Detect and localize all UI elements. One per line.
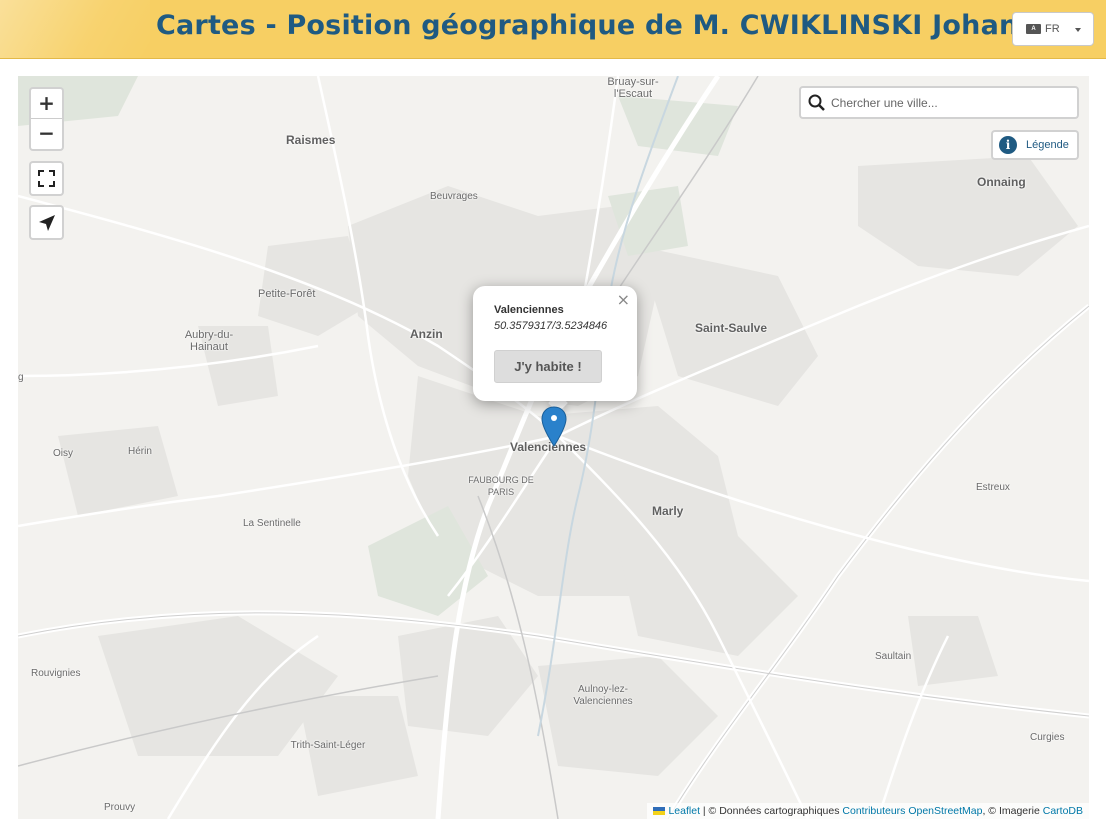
place-la-sentinelle: La Sentinelle	[243, 518, 301, 529]
place-beuvrages: Beuvrages	[430, 191, 478, 202]
leaflet-link[interactable]: Leaflet	[668, 805, 700, 817]
place-rouvignies: Rouvignies	[31, 668, 81, 679]
map-canvas[interactable]: Bruay-sur-l'Escaut Raismes Beuvrages Onn…	[18, 76, 1089, 819]
close-icon[interactable]: ×	[617, 290, 630, 309]
popup-city: Valenciennes	[494, 304, 564, 316]
ukraine-flag-icon	[653, 807, 666, 815]
i-live-here-button[interactable]: J'y habite !	[494, 350, 602, 383]
location-popup: × Valenciennes 50.3579317/3.5234846 J'y …	[473, 286, 637, 401]
zoom-out-button[interactable]: −	[31, 119, 62, 148]
map-attribution: Leaflet | © Données cartographiques Cont…	[647, 803, 1089, 819]
zoom-control: + −	[29, 87, 64, 151]
place-estreux: Estreux	[976, 482, 1010, 493]
place-bruay-label: Bruay-sur-l'Escaut	[607, 76, 659, 100]
caret-down-icon	[1075, 28, 1081, 32]
cartodb-link[interactable]: CartoDB	[1043, 805, 1083, 817]
place-aulnoy: Aulnoy-lez-Valenciennes	[558, 684, 648, 708]
place-aubry: Aubry-du-Hainaut	[181, 329, 237, 353]
zoom-in-button[interactable]: +	[31, 89, 62, 119]
place-trith: Trith-Saint-Léger	[288, 740, 368, 752]
location-arrow-icon	[38, 214, 55, 231]
place-herin: Hérin	[128, 446, 152, 457]
place-aulnoy-label: Aulnoy-lez-Valenciennes	[573, 684, 633, 707]
legend-label: Légende	[1026, 139, 1069, 151]
page-title: Cartes - Position géographique de M. CWI…	[156, 10, 1019, 41]
language-label: FR	[1045, 23, 1060, 35]
language-icon: A	[1026, 24, 1041, 34]
place-prouvy: Prouvy	[104, 802, 136, 813]
place-saint-saulve: Saint-Saulve	[695, 321, 768, 335]
header-bar: Cartes - Position géographique de M. CWI…	[0, 0, 1106, 59]
place-raismes: Raismes	[286, 133, 336, 147]
header-decoration	[0, 0, 150, 58]
fullscreen-icon	[38, 170, 55, 187]
place-petite-foret: Petite-Forêt	[258, 288, 316, 300]
search-icon	[808, 94, 825, 111]
legend-button[interactable]: i Légende	[991, 130, 1079, 160]
locate-button[interactable]	[29, 205, 64, 240]
language-dropdown[interactable]: A FR	[1012, 12, 1094, 46]
fullscreen-button[interactable]	[29, 161, 64, 196]
place-edge-label: g	[18, 372, 24, 383]
place-marly: Marly	[652, 504, 684, 518]
map-marker-icon[interactable]	[541, 406, 567, 448]
place-curgies: Curgies	[1030, 732, 1065, 743]
place-anzin: Anzin	[410, 327, 443, 341]
place-trith-label: Trith-Saint-Léger	[290, 740, 366, 751]
place-aubry-label: Aubry-du-Hainaut	[184, 329, 234, 353]
place-faubourg: FAUBOURG DE PARIS	[461, 474, 541, 498]
place-saultain: Saultain	[875, 651, 912, 662]
place-faubourg-label: FAUBOURG DE PARIS	[468, 475, 534, 497]
osm-link[interactable]: Contributeurs OpenStreetMap	[842, 805, 982, 817]
place-onnaing: Onnaing	[977, 175, 1026, 189]
info-icon: i	[999, 136, 1017, 154]
attribution-imagery: , © Imagerie	[982, 805, 1043, 817]
place-oisy: Oisy	[53, 448, 73, 459]
attribution-text: | © Données cartographiques	[700, 805, 843, 817]
place-label: Bruay-sur-l'Escaut	[605, 76, 661, 100]
city-search[interactable]	[799, 86, 1079, 119]
popup-coordinates: 50.3579317/3.5234846	[494, 320, 608, 332]
search-input[interactable]	[831, 94, 1071, 112]
